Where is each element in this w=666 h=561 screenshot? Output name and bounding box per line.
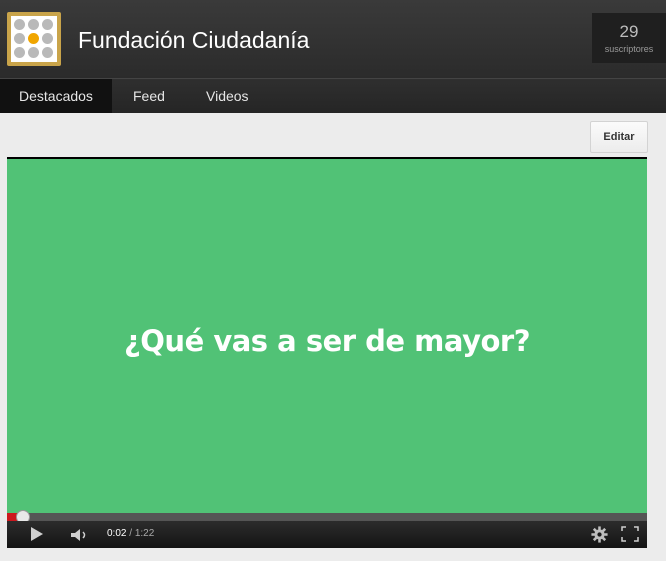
settings-gear-icon[interactable]	[591, 526, 608, 543]
logo-dot	[14, 47, 25, 58]
tab-videos[interactable]: Videos	[187, 79, 268, 113]
volume-icon[interactable]	[71, 529, 89, 541]
time-separator: /	[129, 528, 133, 539]
duration: 1:22	[134, 528, 155, 539]
tab-destacados[interactable]: Destacados	[0, 79, 112, 113]
fullscreen-icon[interactable]	[621, 526, 639, 542]
subscriber-count-label: suscriptores	[604, 44, 654, 54]
channel-title: Fundación Ciudadanía	[78, 27, 310, 53]
video-player[interactable]: ¿Qué vas a ser de mayor? 0:02 / 1:22	[7, 157, 647, 548]
logo-dot	[28, 19, 39, 30]
logo-dot	[14, 19, 25, 30]
logo-dot-center	[28, 33, 39, 44]
channel-tabs: Destacados Feed Videos	[0, 78, 666, 114]
dot-grid-logo-icon	[11, 16, 57, 62]
video-frame-text: ¿Qué vas a ser de mayor?	[123, 324, 531, 358]
logo-dot	[14, 33, 25, 44]
logo-dot	[42, 19, 53, 30]
subscriber-count: 29 suscriptores	[592, 13, 666, 63]
tab-feed[interactable]: Feed	[114, 79, 184, 113]
logo-dot	[42, 33, 53, 44]
channel-header: Fundación Ciudadanía 29 suscriptores	[0, 0, 666, 78]
video-frame[interactable]: ¿Qué vas a ser de mayor?	[7, 159, 647, 513]
play-icon[interactable]	[31, 527, 43, 541]
subscriber-count-value: 29	[619, 22, 639, 41]
edit-button[interactable]: Editar	[590, 121, 648, 153]
channel-logo[interactable]	[7, 12, 61, 66]
logo-dot	[28, 47, 39, 58]
current-time: 0:02	[107, 528, 127, 539]
featured-content: Editar ¿Qué vas a ser de mayor? 0:02 / 1…	[0, 113, 666, 561]
progress-bar[interactable]	[7, 510, 647, 524]
time-display: 0:02 / 1:22	[107, 528, 154, 539]
logo-dot	[42, 47, 53, 58]
player-controls: 0:02 / 1:22	[7, 521, 647, 548]
